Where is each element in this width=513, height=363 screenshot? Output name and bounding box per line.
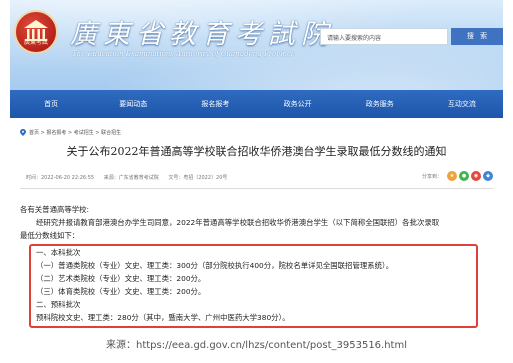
header-banner: 廣東考試 廣東省教育考試院 The Education Examinations… bbox=[10, 0, 503, 90]
source-caption: 来源：https://eea.gd.gov.cn/lhzs/content/po… bbox=[105, 340, 407, 351]
nav-item-services[interactable]: 政务服务 bbox=[339, 90, 421, 118]
article-title: 关于公布2022年普通高等学校联合招收华侨港澳台学生录取最低分数线的通知 bbox=[66, 145, 447, 158]
logo-text: 廣東考試 bbox=[23, 39, 48, 46]
share-bar: 分享到： ★ ● ◉ ◆ bbox=[422, 171, 494, 181]
section-preparatory-heading: 二、预科批次 bbox=[36, 300, 81, 309]
salutation: 各有关普通高等学校: bbox=[20, 205, 90, 214]
share-label: 分享到： bbox=[422, 173, 443, 180]
breadcrumb-text[interactable]: 首页 > 报名报考 > 考试招生 > 联合招生 bbox=[29, 129, 121, 136]
nav-item-news[interactable]: 要闻动态 bbox=[92, 90, 174, 118]
site-title: 廣東省教育考試院 bbox=[70, 19, 334, 50]
site-subtitle: The Education Examinations Authority of … bbox=[72, 50, 296, 58]
search-button[interactable]: 搜 索 bbox=[451, 28, 503, 45]
weibo-share-icon[interactable]: ◉ bbox=[471, 171, 482, 181]
nav-item-home[interactable]: 首页 bbox=[10, 90, 92, 118]
qzone-share-icon[interactable]: ★ bbox=[447, 171, 458, 181]
document-number: 文号：粤招〔2022〕20号 bbox=[168, 175, 228, 181]
nav-item-disclosure[interactable]: 政务公开 bbox=[257, 90, 339, 118]
general-college-line: （一）普通类院校（专业）文史、理工类：300分（部分院校执行400分，院校名单详… bbox=[36, 261, 394, 270]
breadcrumb: 首页 > 报名报考 > 考试招生 > 联合招生 bbox=[20, 129, 121, 136]
section-undergrad-heading: 一、本科批次 bbox=[36, 248, 81, 257]
search-input[interactable]: 请输入要搜索的内容 bbox=[320, 28, 448, 45]
divider bbox=[20, 188, 493, 189]
location-pin-icon bbox=[20, 129, 26, 136]
site-logo[interactable]: 廣東考試 bbox=[14, 10, 58, 54]
nav-item-interaction[interactable]: 互动交流 bbox=[421, 90, 503, 118]
nav-item-registration[interactable]: 报名报考 bbox=[174, 90, 256, 118]
preparatory-line: 预科院校文史、理工类：280分（其中，暨南大学、广州中医药大学380分）。 bbox=[36, 313, 290, 322]
publish-time: 时间：2022-06-20 22:26:55 bbox=[26, 175, 95, 181]
paragraph-line-2: 最低分数线如下： bbox=[20, 231, 80, 240]
qq-share-icon[interactable]: ◆ bbox=[483, 171, 494, 181]
article-source: 来源：广东省教育考试院 bbox=[103, 175, 159, 181]
wechat-share-icon[interactable]: ● bbox=[459, 171, 470, 181]
article-meta: 时间：2022-06-20 22:26:55 来源：广东省教育考试院 文号：粤招… bbox=[26, 174, 235, 181]
art-college-line: （二）艺术类院校（专业）文史、理工类：200分。 bbox=[36, 274, 206, 283]
paragraph-line-1: 经研究并报请教育部港澳台办学生司同意，2022年普通高等学校联合招收华侨港澳台学… bbox=[36, 218, 440, 227]
sports-college-line: （三）体育类院校（专业）文史、理工类：200分。 bbox=[36, 287, 206, 296]
main-nav: 首页 要闻动态 报名报考 政务公开 政务服务 互动交流 bbox=[10, 90, 503, 118]
